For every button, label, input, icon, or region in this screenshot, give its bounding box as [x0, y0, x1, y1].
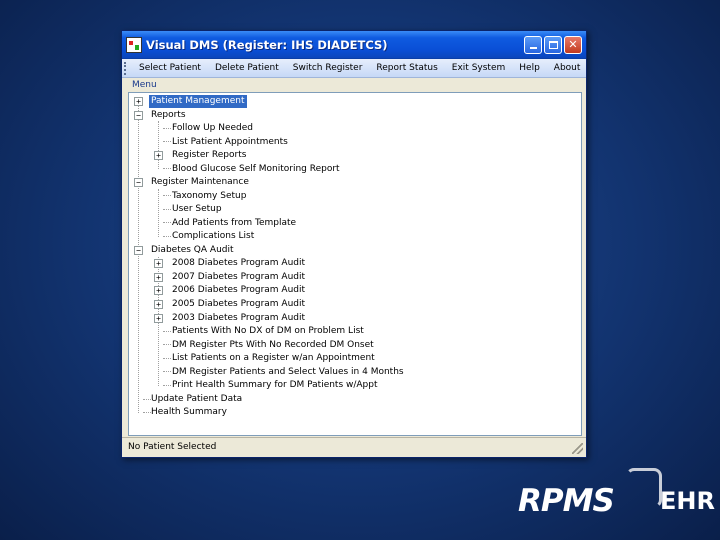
- status-text: No Patient Selected: [128, 442, 217, 452]
- tree-connector: [163, 236, 171, 237]
- tree-node-2007-audit[interactable]: 2007 Diabetes Program Audit: [172, 271, 305, 284]
- tree-node-2008-audit[interactable]: 2008 Diabetes Program Audit: [172, 257, 305, 270]
- logo-suffix-text: EHR: [660, 487, 715, 515]
- toolbar-grip[interactable]: [124, 61, 126, 75]
- window-title: Visual DMS (Register: IHS DIADETCS): [146, 37, 388, 52]
- menu-select-patient[interactable]: Select Patient: [132, 63, 208, 73]
- expand-icon[interactable]: +: [154, 300, 163, 309]
- tree-connector: [163, 168, 171, 169]
- tree-node-list-patient-appointments[interactable]: List Patient Appointments: [172, 136, 288, 149]
- main-window: Visual DMS (Register: IHS DIADETCS) ✕ Se…: [121, 30, 587, 458]
- menu-help[interactable]: Help: [512, 63, 547, 73]
- tree-node-blood-glucose-report[interactable]: Blood Glucose Self Monitoring Report: [172, 163, 340, 176]
- tree-connector: [143, 412, 151, 413]
- logo-main-text: RPMS: [518, 483, 615, 519]
- tree-connector: [163, 128, 171, 129]
- tree-node-health-summary[interactable]: Health Summary: [151, 406, 227, 419]
- tree-connector: [163, 141, 171, 142]
- minimize-icon: [529, 47, 537, 49]
- tree-node-complications-list[interactable]: Complications List: [172, 230, 254, 243]
- menu-delete-patient[interactable]: Delete Patient: [208, 63, 286, 73]
- tree-node-patient-management[interactable]: Patient Management: [149, 95, 247, 108]
- collapse-icon[interactable]: −: [134, 178, 143, 187]
- title-bar[interactable]: Visual DMS (Register: IHS DIADETCS) ✕: [122, 31, 586, 59]
- tree-connector: [163, 358, 171, 359]
- menu-bar: Select Patient Delete Patient Switch Reg…: [122, 59, 586, 78]
- tree-node-register-reports[interactable]: Register Reports: [172, 149, 246, 162]
- tree-node-diabetes-qa-audit[interactable]: Diabetes QA Audit: [151, 244, 234, 257]
- tree-node-no-dm-onset[interactable]: DM Register Pts With No Recorded DM Onse…: [172, 339, 374, 352]
- rpms-ehr-logo: RPMS EHR: [518, 468, 715, 519]
- tree-connector: [163, 331, 171, 332]
- tree-node-register-maintenance[interactable]: Register Maintenance: [151, 176, 249, 189]
- expand-icon[interactable]: +: [154, 273, 163, 282]
- menu-switch-register[interactable]: Switch Register: [286, 63, 370, 73]
- tree-node-reports[interactable]: Reports: [151, 109, 186, 122]
- maximize-icon: [548, 40, 558, 49]
- logo-swoosh-icon: [626, 468, 662, 508]
- menu-exit-system[interactable]: Exit System: [445, 63, 512, 73]
- tree-node-taxonomy-setup[interactable]: Taxonomy Setup: [172, 190, 246, 203]
- expand-icon[interactable]: +: [154, 151, 163, 160]
- expand-icon[interactable]: +: [154, 286, 163, 295]
- tree-connector: [138, 102, 139, 413]
- tree-node-add-patients-template[interactable]: Add Patients from Template: [172, 217, 296, 230]
- resize-grip-icon[interactable]: [572, 443, 583, 454]
- menu-report-status[interactable]: Report Status: [369, 63, 444, 73]
- tree-connector: [163, 195, 171, 196]
- tree-connector: [163, 209, 171, 210]
- status-bar: No Patient Selected: [122, 437, 586, 457]
- menu-group-label: Menu: [132, 80, 157, 90]
- menu-about[interactable]: About: [547, 63, 588, 73]
- tree-node-update-patient-data[interactable]: Update Patient Data: [151, 393, 242, 406]
- collapse-icon[interactable]: −: [134, 246, 143, 255]
- tree-node-2006-audit[interactable]: 2006 Diabetes Program Audit: [172, 284, 305, 297]
- tree-connector: [163, 222, 171, 223]
- tree-connector: [158, 189, 159, 237]
- minimize-button[interactable]: [524, 35, 542, 54]
- tree-connector: [143, 399, 151, 400]
- tree-node-follow-up-needed[interactable]: Follow Up Needed: [172, 122, 253, 135]
- maximize-button[interactable]: [544, 35, 562, 54]
- tree-node-2005-audit[interactable]: 2005 Diabetes Program Audit: [172, 298, 305, 311]
- tree-node-2003-audit[interactable]: 2003 Diabetes Program Audit: [172, 312, 305, 325]
- tree-node-select-values[interactable]: DM Register Patients and Select Values i…: [172, 366, 404, 379]
- expand-icon[interactable]: +: [134, 97, 143, 106]
- app-icon: [126, 36, 142, 53]
- tree-node-print-health-summary[interactable]: Print Health Summary for DM Patients w/A…: [172, 379, 378, 392]
- collapse-icon[interactable]: −: [134, 111, 143, 120]
- close-icon: ✕: [568, 38, 578, 51]
- tree-connector: [163, 385, 171, 386]
- expand-icon[interactable]: +: [154, 314, 163, 323]
- tree-connector: [163, 344, 171, 345]
- menu-tree[interactable]: + − + − − + + + + + Patient Management R…: [128, 92, 582, 436]
- tree-node-register-appointment[interactable]: List Patients on a Register w/an Appoint…: [172, 352, 375, 365]
- tree-node-no-dx-problem-list[interactable]: Patients With No DX of DM on Problem Lis…: [172, 325, 364, 338]
- expand-icon[interactable]: +: [154, 259, 163, 268]
- tree-connector: [158, 121, 159, 169]
- tree-connector: [163, 371, 171, 372]
- close-button[interactable]: ✕: [564, 35, 582, 54]
- tree-node-user-setup[interactable]: User Setup: [172, 203, 222, 216]
